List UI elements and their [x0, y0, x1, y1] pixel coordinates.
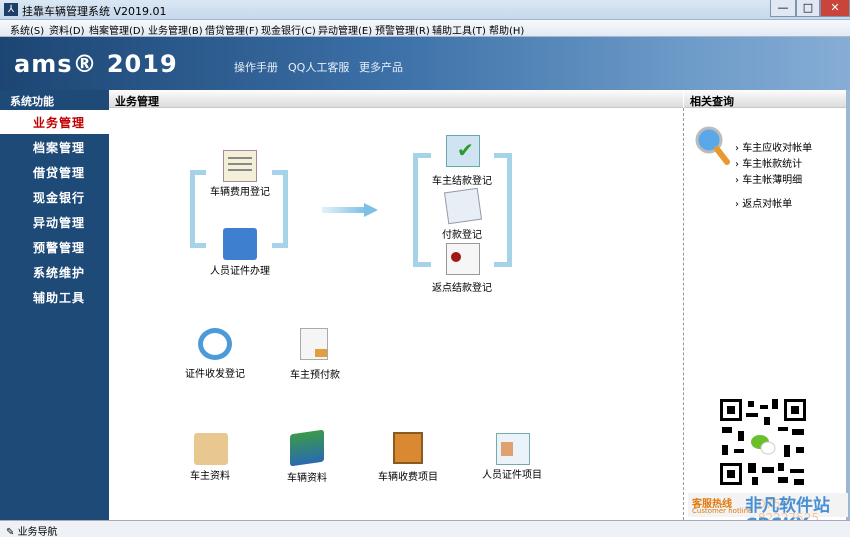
sidebar-item-business[interactable]: 业务管理 — [0, 110, 109, 134]
sidebar-item-tools[interactable]: 辅助工具 — [0, 285, 109, 309]
certificate-transfer-link[interactable]: 证件收发登记 — [185, 365, 245, 380]
minimize-button[interactable]: — — [770, 0, 796, 17]
menu-business[interactable]: 业务管理(B) — [148, 22, 203, 37]
staff-certificate-link[interactable]: 人员证件办理 — [210, 262, 270, 277]
sidebar-item-loan[interactable]: 借贷管理 — [0, 160, 109, 184]
checklist-icon[interactable]: ✔ — [446, 135, 480, 167]
books-icon[interactable] — [290, 429, 324, 467]
more-products-link[interactable]: 更多产品 — [359, 59, 403, 75]
staff-cert-items-link[interactable]: 人员证件项目 — [482, 466, 542, 481]
id-card-icon[interactable] — [496, 433, 530, 465]
sidebar-item-archive[interactable]: 档案管理 — [0, 135, 109, 159]
owner-prepayment-link[interactable]: 车主预付款 — [290, 366, 340, 381]
magnifier-icon — [695, 126, 730, 165]
notebook-icon[interactable] — [393, 432, 423, 464]
sidebar-item-change[interactable]: 异动管理 — [0, 210, 109, 234]
link-label: 车主帐薄明细 — [742, 175, 803, 186]
menu-system[interactable]: 系统(S) — [10, 22, 44, 37]
main-header: 业务管理 — [109, 90, 683, 108]
window-title: 挂靠车辆管理系统 V2019.01 — [22, 5, 167, 18]
menu-help[interactable]: 帮助(H) — [489, 22, 524, 37]
right-edge — [846, 90, 850, 520]
manual-link[interactable]: 操作手册 — [234, 59, 278, 75]
owner-data-link[interactable]: 车主资料 — [190, 467, 230, 482]
bracket-right-open — [413, 153, 431, 267]
menu-bar: 系统(S) 资料(D) 档案管理(D) 业务管理(B) 借贷管理(F) 现金银行… — [0, 20, 850, 37]
bracket-left-close — [272, 170, 288, 248]
owner-receivable-statement-link[interactable]: › 车主应收对帐单 — [735, 139, 812, 154]
title-bar: ⅄ 挂靠车辆管理系统 V2019.01 — □ ✕ — [0, 0, 850, 20]
app-logo-icon: ⅄ — [4, 3, 18, 16]
status-bar: ✎ 业务导航 — [0, 520, 850, 538]
pinned-doc-icon[interactable] — [446, 243, 480, 275]
menu-archive[interactable]: 档案管理(D) — [89, 22, 145, 37]
sidebar: 业务管理 档案管理 借贷管理 现金银行 异动管理 预警管理 系统维护 辅助工具 — [0, 108, 109, 520]
wechat-qr-code — [718, 397, 808, 487]
vehicle-fee-items-link[interactable]: 车辆收费项目 — [378, 468, 438, 483]
link-label: 返点对帐单 — [742, 199, 793, 210]
menu-change[interactable]: 异动管理(E) — [318, 22, 372, 37]
banner: ams® 2019 操作手册 QQ人工客服 更多产品 — [0, 37, 850, 90]
menu-warning[interactable]: 预警管理(R) — [375, 22, 430, 37]
notepad-icon[interactable] — [223, 150, 257, 182]
menu-cash-bank[interactable]: 现金银行(C) — [261, 22, 316, 37]
sidebar-header: 系统功能 — [0, 90, 109, 108]
vehicle-fee-entry-link[interactable]: 车辆费用登记 — [210, 183, 270, 198]
close-button[interactable]: ✕ — [820, 0, 850, 17]
menu-loan[interactable]: 借贷管理(F) — [205, 22, 259, 37]
sidebar-item-warning[interactable]: 预警管理 — [0, 235, 109, 259]
right-header: 相关查询 — [684, 90, 846, 108]
bracket-right-close — [494, 153, 512, 267]
menu-tools[interactable]: 辅助工具(T) — [432, 22, 486, 37]
flow-arrow-icon — [322, 203, 378, 217]
qq-support-link[interactable]: QQ人工客服 — [288, 59, 349, 75]
payment-doc-icon[interactable] — [443, 187, 483, 225]
owner-ledger-detail-link[interactable]: › 车主帐薄明细 — [735, 171, 802, 186]
maximize-button[interactable]: □ — [796, 0, 820, 17]
menu-data[interactable]: 资料(D) — [49, 22, 85, 37]
prepayment-doc-icon[interactable] — [300, 328, 328, 360]
bracket-left-open — [190, 170, 206, 248]
panel-divider — [683, 108, 684, 520]
link-label: 车主帐款统计 — [742, 159, 803, 170]
payment-entry-link[interactable]: 付款登记 — [442, 226, 482, 241]
brand-logo: ams® 2019 — [14, 50, 178, 78]
nav-toggle[interactable]: ✎ 业务导航 — [6, 523, 58, 538]
owner-card-icon[interactable] — [194, 433, 228, 465]
link-label: 车主应收对帐单 — [742, 143, 813, 154]
owner-account-stats-link[interactable]: › 车主帐款统计 — [735, 155, 802, 170]
edit-form-icon[interactable] — [223, 228, 257, 260]
rebate-settlement-link[interactable]: 返点结款登记 — [432, 279, 492, 294]
nav-label: 业务导航 — [17, 527, 58, 538]
rebate-statement-link[interactable]: › 返点对帐单 — [735, 195, 792, 210]
sidebar-item-cash-bank[interactable]: 现金银行 — [0, 185, 109, 209]
hotline-sub: Customer hotline — [692, 507, 753, 515]
sidebar-item-maintenance[interactable]: 系统维护 — [0, 260, 109, 284]
refresh-icon[interactable] — [198, 328, 232, 360]
vehicle-data-link[interactable]: 车辆资料 — [287, 469, 327, 484]
owner-settlement-link[interactable]: 车主结款登记 — [432, 172, 492, 187]
